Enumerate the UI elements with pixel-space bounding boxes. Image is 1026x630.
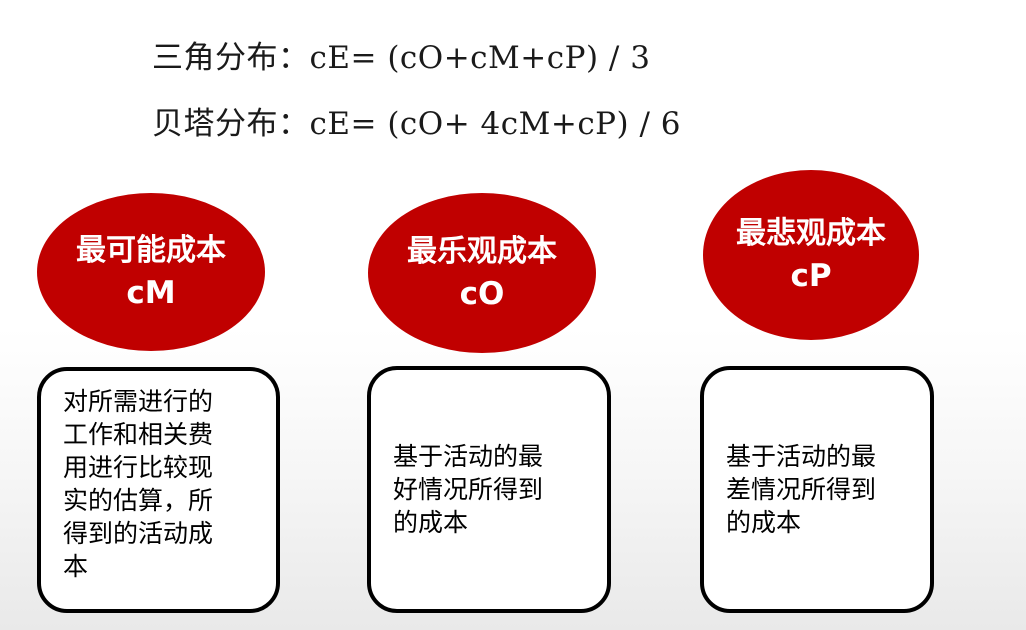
description-line: 得到的活动成	[63, 519, 214, 548]
triangular-distribution-formula: 三角分布：cE= (cO+cM+cP) / 3	[152, 40, 651, 76]
description-line: 的成本	[393, 508, 469, 537]
description-line: 好情况所得到	[393, 475, 544, 504]
pessimistic-cost-title: 最悲观成本	[736, 216, 886, 251]
most-likely-cost-description-box: 对所需进行的 工作和相关费 用进行比较现 实的估算，所 得到的活动成 本	[37, 367, 280, 613]
description-line: 的成本	[726, 508, 802, 537]
description-line: 工作和相关费	[63, 420, 214, 449]
description-line: 基于活动的最	[393, 442, 544, 471]
optimistic-cost-ellipse: 最乐观成本 cO	[368, 193, 596, 353]
most-likely-cost-code: cM	[126, 275, 176, 311]
description-line: 基于活动的最	[726, 442, 877, 471]
pessimistic-cost-ellipse: 最悲观成本 cP	[703, 170, 919, 340]
optimistic-cost-title: 最乐观成本	[407, 234, 557, 269]
description-line: 对所需进行的	[63, 387, 214, 416]
most-likely-cost-ellipse: 最可能成本 cM	[37, 193, 265, 351]
description-line: 实的估算，所	[63, 486, 214, 515]
description-line: 本	[63, 552, 89, 581]
beta-distribution-formula: 贝塔分布：cE= (cO+ 4cM+cP) / 6	[152, 106, 682, 142]
description-line: 用进行比较现	[63, 453, 214, 482]
pessimistic-cost-code: cP	[790, 258, 832, 294]
optimistic-cost-code: cO	[459, 276, 505, 312]
description-line: 差情况所得到	[726, 475, 877, 504]
pessimistic-cost-description-box: 基于活动的最 差情况所得到 的成本	[700, 366, 934, 613]
most-likely-cost-title: 最可能成本	[76, 233, 226, 268]
optimistic-cost-description-box: 基于活动的最 好情况所得到 的成本	[367, 366, 611, 613]
